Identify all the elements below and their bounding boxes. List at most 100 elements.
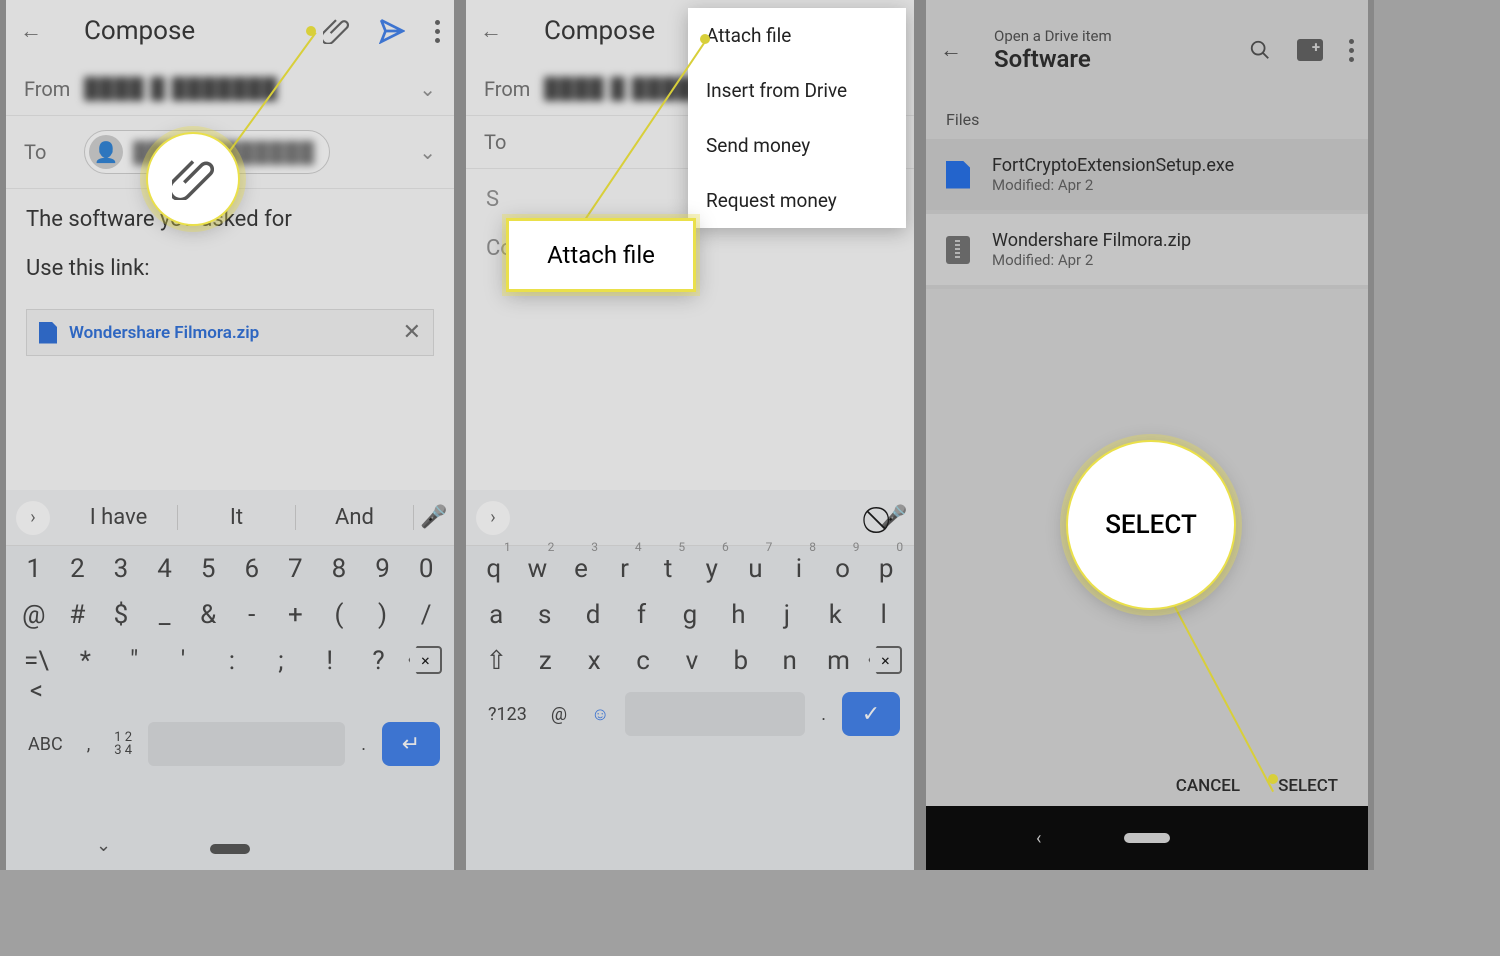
spacebar[interactable]	[625, 692, 805, 736]
key[interactable]: r4	[606, 554, 644, 584]
file-row[interactable]: FortCryptoExtensionSetup.exe Modified: A…	[926, 139, 1368, 214]
key[interactable]: "	[115, 646, 153, 706]
key[interactable]: f	[623, 600, 661, 630]
key[interactable]: 0	[407, 554, 445, 584]
key[interactable]: 4	[146, 554, 184, 584]
attach-menu: Attach file Insert from Drive Send money…	[688, 8, 906, 228]
key[interactable]: s	[526, 600, 564, 630]
key[interactable]: g	[671, 600, 709, 630]
key[interactable]: *	[66, 646, 104, 706]
to-expand-icon[interactable]: ⌄	[419, 140, 436, 164]
body-input[interactable]: Use this link:	[6, 242, 454, 295]
key[interactable]: 8	[320, 554, 358, 584]
overflow-icon[interactable]	[1349, 39, 1354, 62]
back-icon[interactable]: ←	[20, 18, 50, 44]
key[interactable]: -	[233, 600, 271, 630]
key[interactable]: =\<	[17, 646, 55, 706]
key[interactable]: q1	[475, 554, 513, 584]
shift-key[interactable]: ⇧	[477, 646, 515, 676]
key[interactable]: e3	[562, 554, 600, 584]
menu-insert-drive[interactable]: Insert from Drive	[688, 63, 906, 118]
key[interactable]: 2	[58, 554, 96, 584]
key[interactable]: y6	[693, 554, 731, 584]
from-value: ████ █ ███████	[84, 76, 419, 101]
key[interactable]: !	[311, 646, 349, 706]
key[interactable]: v	[673, 646, 711, 676]
key[interactable]: &	[189, 600, 227, 630]
mic-icon[interactable]: 🎤	[414, 505, 454, 530]
from-label: From	[24, 77, 84, 101]
key[interactable]: h	[719, 600, 757, 630]
key[interactable]: +	[276, 600, 314, 630]
nav-back-icon[interactable]: ‹	[1036, 828, 1041, 849]
back-icon[interactable]: ←	[480, 18, 510, 44]
compose-title: Compose	[84, 16, 323, 46]
key[interactable]: a	[477, 600, 515, 630]
keyboard[interactable]: › I have It And 🎤 1234567890 @#$_&-+()/ …	[6, 490, 454, 870]
key[interactable]: ?	[360, 646, 398, 706]
spacebar[interactable]	[148, 722, 345, 766]
menu-attach-file[interactable]: Attach file	[688, 8, 906, 63]
suggestion-toggle-icon[interactable]: ›	[16, 501, 50, 535]
attach-icon[interactable]	[323, 18, 349, 44]
key[interactable]: 5	[189, 554, 227, 584]
suggestion-toggle-icon[interactable]: ›	[476, 501, 510, 535]
key[interactable]: )	[364, 600, 402, 630]
nav-pill[interactable]	[210, 844, 250, 854]
key[interactable]: x	[575, 646, 613, 676]
key[interactable]: d	[574, 600, 612, 630]
key[interactable]: '	[164, 646, 202, 706]
file-row[interactable]: Wondershare Filmora.zip Modified: Apr 2	[926, 214, 1368, 289]
key[interactable]: c	[624, 646, 662, 676]
overflow-icon[interactable]	[435, 20, 440, 43]
select-button[interactable]: SELECT	[1278, 776, 1338, 796]
key[interactable]: 9	[364, 554, 402, 584]
mic-off-icon[interactable]: 🎤⃠	[874, 505, 914, 530]
key[interactable]: $	[102, 600, 140, 630]
emoji-icon[interactable]: ☺	[583, 704, 617, 725]
key[interactable]: (	[320, 600, 358, 630]
key[interactable]: /	[407, 600, 445, 630]
menu-send-money[interactable]: Send money	[688, 118, 906, 173]
key[interactable]: i8	[780, 554, 818, 584]
backspace-key[interactable]: ×	[868, 646, 902, 674]
keyboard[interactable]: › 🎤⃠ q1w2e3r4t5y6u7i8o9p0 asdfghjkl ⇧ zxc…	[466, 490, 914, 870]
attachment-chip[interactable]: Wondershare Filmora.zip ✕	[26, 309, 434, 356]
key[interactable]: n	[771, 646, 809, 676]
cancel-button[interactable]: CANCEL	[1176, 776, 1240, 796]
key[interactable]: u7	[736, 554, 774, 584]
key[interactable]: o9	[824, 554, 862, 584]
key[interactable]: w2	[518, 554, 556, 584]
send-icon[interactable]	[379, 18, 405, 44]
key[interactable]: _	[146, 600, 184, 630]
key[interactable]: #	[58, 600, 96, 630]
done-key[interactable]: ✓	[842, 692, 900, 736]
key[interactable]: m	[820, 646, 858, 676]
key[interactable]: 3	[102, 554, 140, 584]
file-icon	[946, 161, 970, 189]
key[interactable]: ;	[262, 646, 300, 706]
key[interactable]: @	[15, 600, 53, 630]
key[interactable]: 7	[276, 554, 314, 584]
new-folder-icon[interactable]	[1297, 39, 1323, 61]
search-icon[interactable]	[1249, 39, 1271, 61]
nav-down-icon[interactable]: ⌄	[96, 835, 111, 856]
key[interactable]: l	[865, 600, 903, 630]
key[interactable]: 6	[233, 554, 271, 584]
menu-request-money[interactable]: Request money	[688, 173, 906, 228]
backspace-key[interactable]: ×	[408, 646, 442, 674]
back-icon[interactable]: ←	[940, 37, 970, 63]
enter-key[interactable]: ↵	[382, 722, 440, 766]
key[interactable]: 1	[15, 554, 53, 584]
key[interactable]: :	[213, 646, 251, 706]
key[interactable]: b	[722, 646, 760, 676]
from-expand-icon[interactable]: ⌄	[419, 77, 436, 101]
zip-icon	[946, 236, 970, 264]
key[interactable]: t5	[649, 554, 687, 584]
remove-attachment-icon[interactable]: ✕	[403, 320, 421, 345]
key[interactable]: k	[816, 600, 854, 630]
key[interactable]: z	[526, 646, 564, 676]
key[interactable]: p0	[867, 554, 905, 584]
key[interactable]: j	[768, 600, 806, 630]
nav-pill[interactable]	[1124, 833, 1170, 843]
